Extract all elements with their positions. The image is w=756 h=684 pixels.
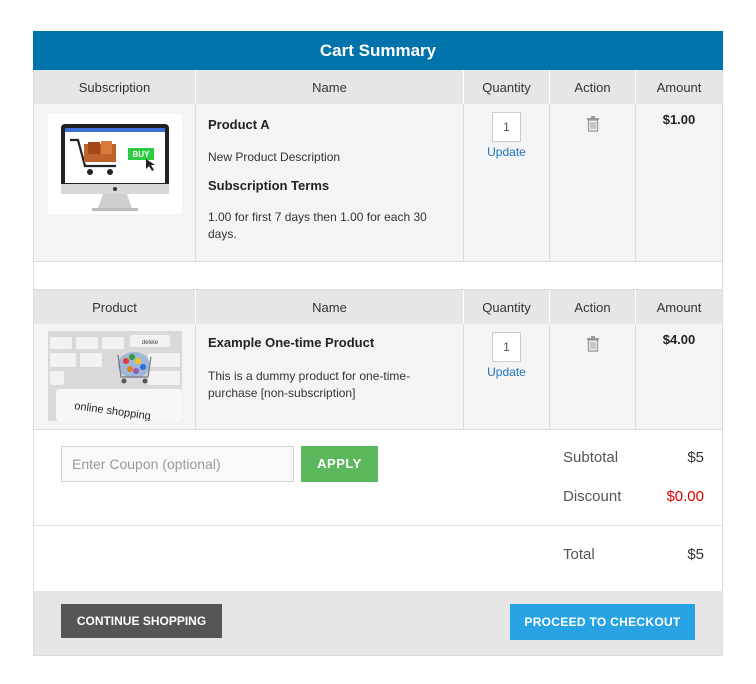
discount-label: Discount — [563, 488, 622, 505]
subtotal-value: $5 — [687, 449, 704, 466]
total-section: Total $5 — [34, 526, 722, 591]
cart-summary: Cart Summary Subscription Name Quantity … — [33, 31, 723, 656]
product-name: Example One-time Product — [208, 335, 375, 350]
amount-cell: $4.00 — [662, 332, 696, 347]
column-header-amount: Amount — [656, 299, 702, 315]
table-row: delete online shopping Example One-time … — [34, 324, 722, 430]
product-name: Product A — [208, 117, 270, 132]
product-image-cell: delete online shopping — [34, 324, 196, 429]
online-shopping-image: delete online shopping — [48, 331, 182, 423]
table-spacer — [34, 262, 722, 290]
buy-badge-text: BUY — [133, 150, 151, 159]
column-header-product: Product — [34, 290, 196, 324]
amount-cell: $1.00 — [662, 112, 696, 127]
column-header-name: Name — [196, 70, 464, 104]
column-header-amount: Amount — [656, 79, 702, 95]
quantity-input[interactable]: 1 — [492, 112, 521, 142]
total-label: Total — [563, 546, 595, 563]
column-header-quantity: Quantity — [464, 70, 550, 104]
column-header-action: Action — [550, 290, 636, 324]
subscription-terms-text: 1.00 for first 7 days then 1.00 for each… — [208, 210, 427, 241]
product-name-cell: Product A New Product Description Subscr… — [196, 104, 464, 261]
column-header-name: Name — [196, 290, 464, 324]
product-a-image: BUY — [48, 114, 182, 214]
action-cell — [550, 104, 636, 261]
column-header-quantity: Quantity — [464, 290, 550, 324]
quantity-cell: 1 Update — [464, 324, 550, 429]
trash-icon[interactable] — [586, 336, 600, 352]
product-description: This is a dummy product for one-time-pur… — [208, 369, 411, 400]
column-header-action: Action — [550, 70, 636, 104]
product-name-cell: Example One-time Product This is a dummy… — [196, 324, 464, 429]
quantity-cell: 1 Update — [464, 104, 550, 261]
apply-coupon-button[interactable]: APPLY — [301, 446, 378, 482]
subscription-terms-heading: Subscription Terms — [208, 178, 330, 193]
subscription-table-header: Subscription Name Quantity Action Amount — [34, 70, 722, 104]
total-value: $5 — [687, 546, 704, 563]
trash-icon[interactable] — [586, 116, 600, 132]
key-label-text: delete — [142, 340, 159, 346]
cart-title: Cart Summary — [33, 31, 723, 70]
update-link[interactable]: Update — [487, 145, 526, 159]
subtotal-label: Subtotal — [563, 449, 619, 466]
product-image-cell: BUY — [34, 104, 196, 261]
product-description: New Product Description — [208, 150, 341, 164]
quantity-input[interactable]: 1 — [492, 332, 521, 362]
product-table-header: Product Name Quantity Action Amount — [34, 290, 722, 324]
coupon-and-totals: Enter Coupon (optional) APPLY Subtotal $… — [34, 430, 722, 526]
coupon-input[interactable]: Enter Coupon (optional) — [61, 446, 294, 482]
table-row: BUY Product A New Product Description Su… — [34, 104, 722, 262]
column-header-subscription: Subscription — [34, 70, 196, 104]
cart-actions-bar: CONTINUE SHOPPING PROCEED TO CHECKOUT — [34, 591, 722, 655]
continue-shopping-button[interactable]: CONTINUE SHOPPING — [61, 604, 222, 638]
action-cell — [550, 324, 636, 429]
update-link[interactable]: Update — [487, 365, 526, 379]
proceed-to-checkout-button[interactable]: PROCEED TO CHECKOUT — [510, 604, 695, 640]
discount-value: $0.00 — [666, 488, 704, 505]
